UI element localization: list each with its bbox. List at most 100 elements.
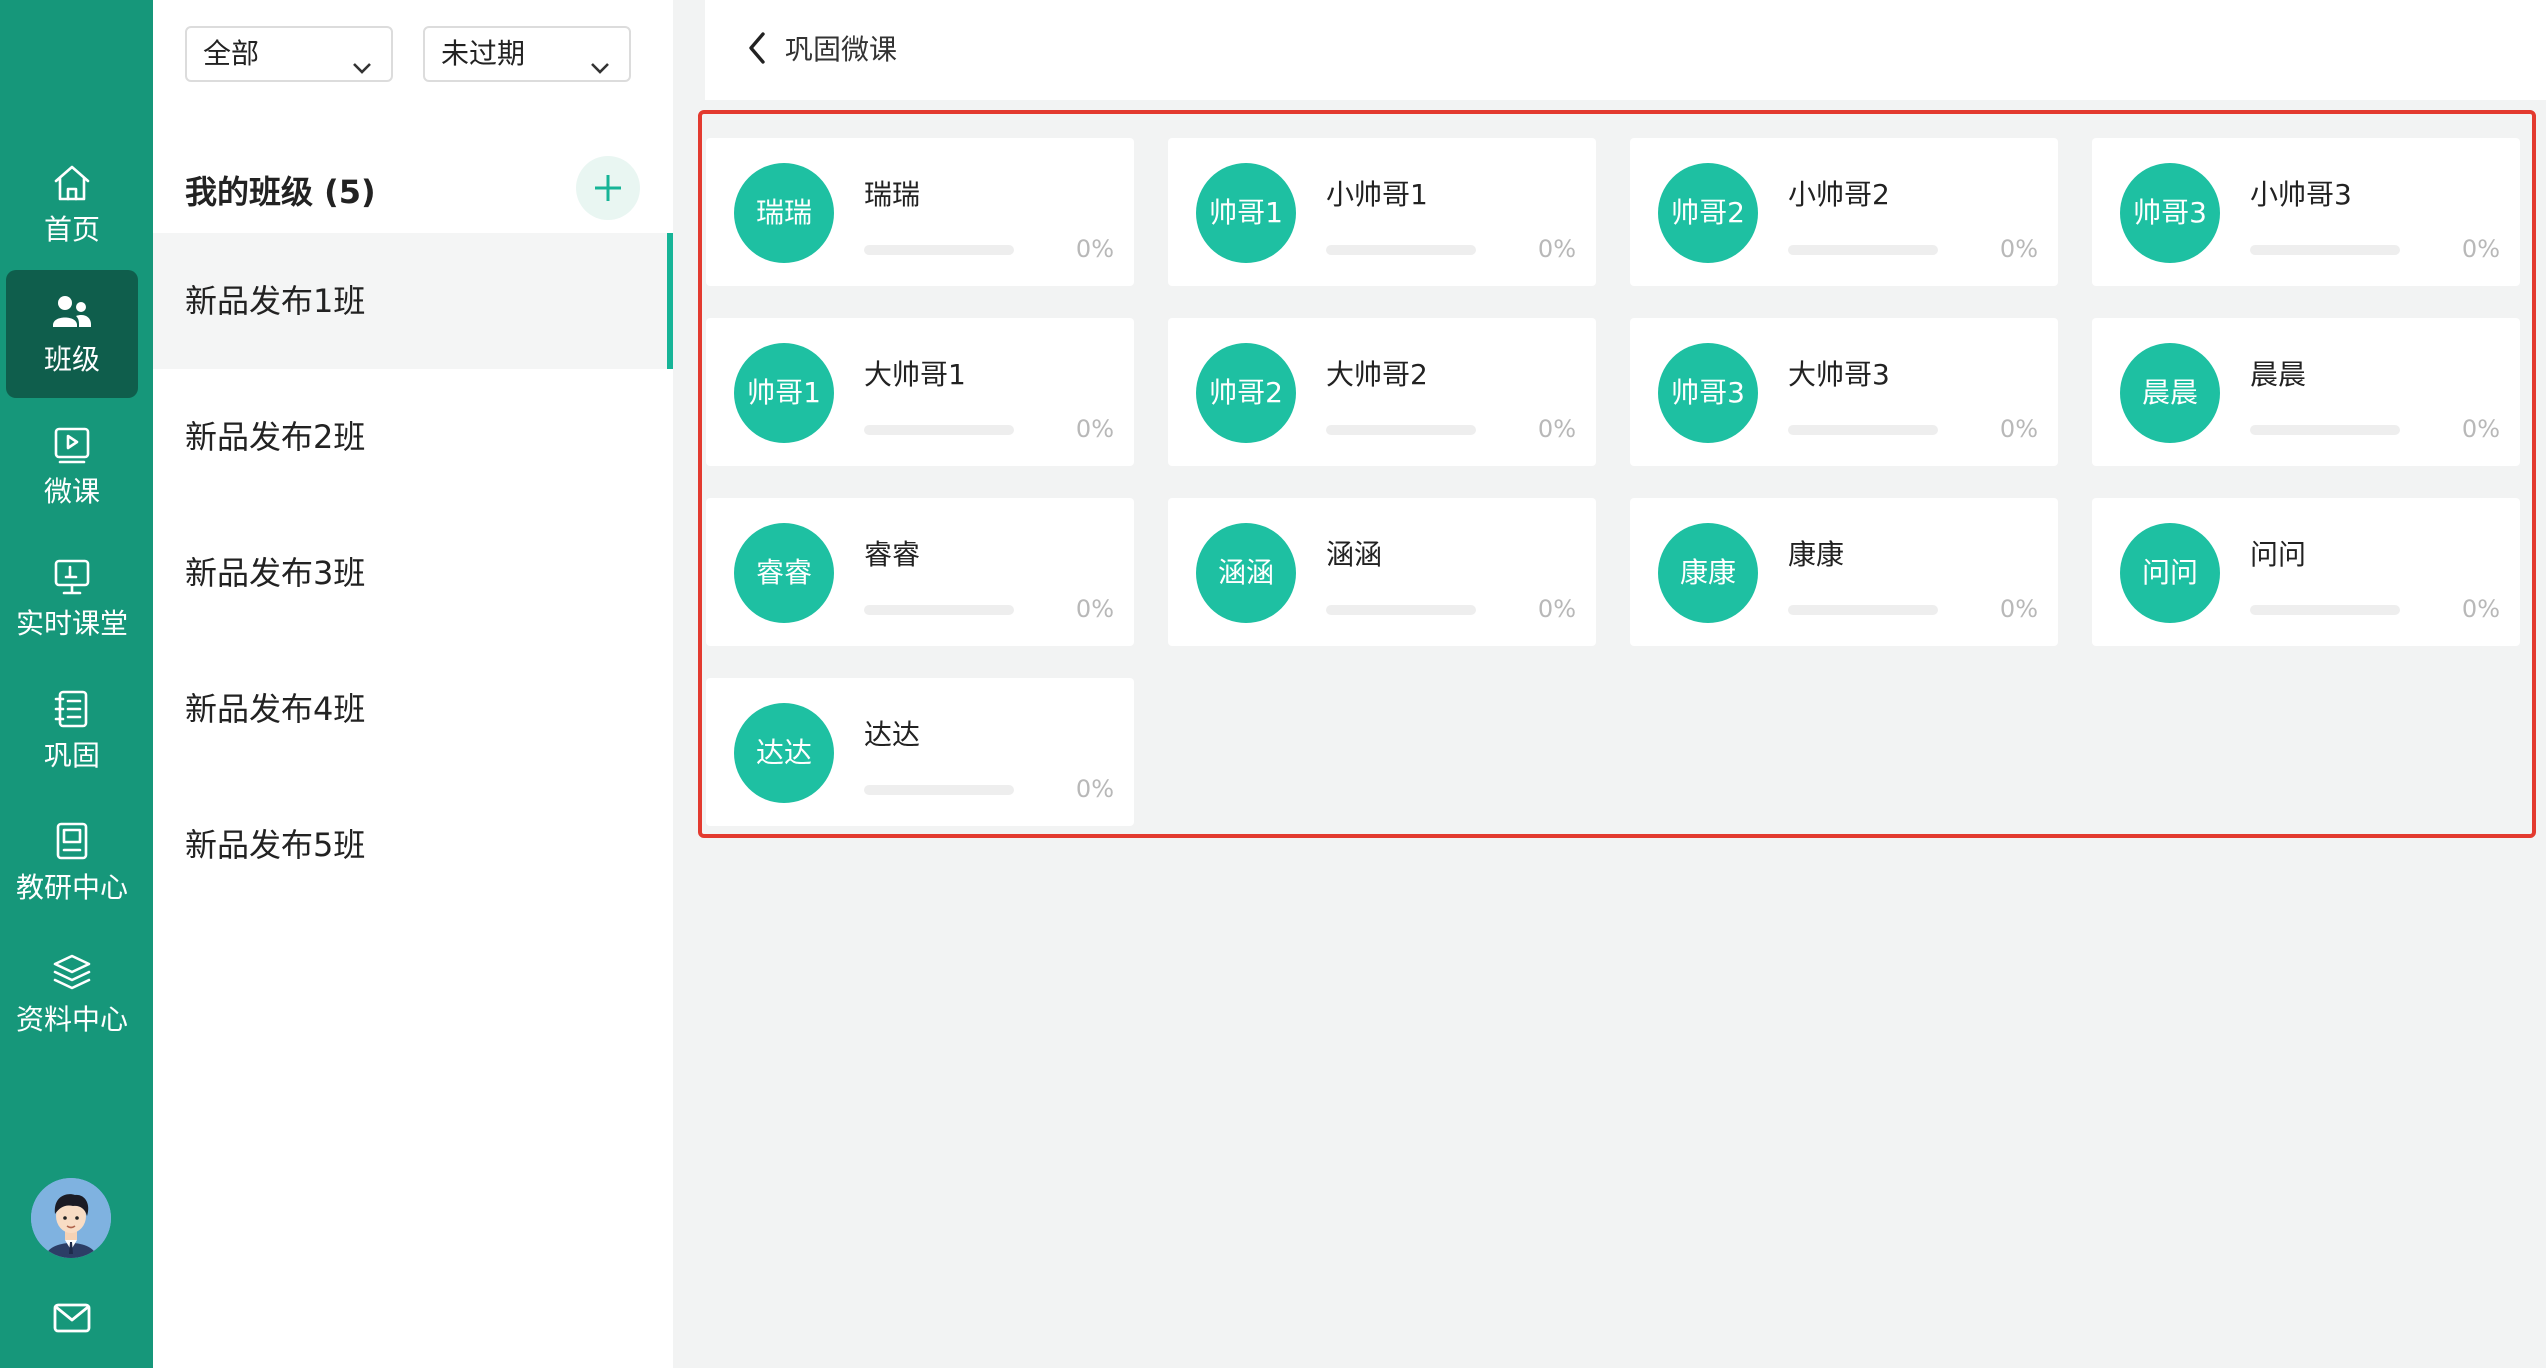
student-name: 康康 [1788, 538, 1845, 571]
class-panel: 全部 未过期 我的班级 (5) 新品发布1班 新品发布2班 新品发布3班 新品发… [153, 0, 673, 1368]
class-item[interactable]: 新品发布1班 [153, 233, 673, 369]
class-item[interactable]: 新品发布4班 [153, 641, 673, 777]
mail-icon [53, 1303, 91, 1333]
student-avatar: 帅哥2 [1658, 163, 1758, 263]
progress-track [864, 605, 1014, 615]
page-title: 巩固微课 [785, 33, 898, 66]
whiteboard-icon [54, 559, 90, 595]
scope-filter-select[interactable]: 全部 [185, 26, 393, 82]
nav-label: 微课 [43, 475, 100, 508]
progress-track [864, 425, 1014, 435]
student-card[interactable]: 康康 康康 0% [1630, 498, 2058, 646]
video-icon [54, 427, 90, 464]
progress-percent: 0% [1999, 235, 2038, 263]
progress-track [864, 245, 1014, 255]
progress-track [1326, 245, 1476, 255]
back-button[interactable] [743, 30, 773, 66]
nav-item-classes[interactable]: 班级 [6, 270, 138, 398]
nav-item-consolidate[interactable]: 巩固 [6, 666, 138, 794]
student-avatar: 帅哥1 [1196, 163, 1296, 263]
progress-track [1326, 605, 1476, 615]
nav-label: 实时课堂 [15, 607, 128, 640]
student-card[interactable]: 问问 问问 0% [2092, 498, 2520, 646]
student-name: 小帅哥2 [1788, 178, 1890, 211]
student-card[interactable]: 达达 达达 0% [706, 678, 1134, 826]
progress-percent: 0% [1537, 235, 1576, 263]
plus-icon [595, 175, 621, 201]
chevron-left-icon [749, 32, 765, 64]
progress-track [1788, 605, 1938, 615]
progress-percent: 0% [1075, 595, 1114, 623]
my-classes-title: 我的班级 (5) [185, 173, 376, 211]
nav-item-home[interactable]: 首页 [6, 140, 138, 268]
student-card[interactable]: 帅哥3 小帅哥3 0% [2092, 138, 2520, 286]
progress-percent: 0% [2461, 235, 2500, 263]
messages-button[interactable] [50, 1296, 94, 1340]
add-class-button[interactable] [576, 156, 640, 220]
student-name: 大帅哥2 [1326, 358, 1428, 391]
status-filter-select[interactable]: 未过期 [423, 26, 631, 82]
progress-track [2250, 425, 2400, 435]
student-avatar: 帅哥3 [2120, 163, 2220, 263]
student-avatar: 达达 [734, 703, 834, 803]
progress-percent: 0% [1537, 415, 1576, 443]
progress-track [2250, 605, 2400, 615]
student-avatar: 睿睿 [734, 523, 834, 623]
nav-label: 资料中心 [15, 1003, 128, 1036]
student-avatar: 帅哥2 [1196, 343, 1296, 443]
nav-item-resources[interactable]: 资料中心 [6, 930, 138, 1058]
scope-filter-value: 全部 [203, 37, 260, 70]
class-item[interactable]: 新品发布3班 [153, 505, 673, 641]
progress-percent: 0% [1999, 415, 2038, 443]
student-avatar: 康康 [1658, 523, 1758, 623]
users-icon [53, 296, 91, 327]
nav-label: 教研中心 [15, 871, 128, 904]
progress-percent: 0% [1537, 595, 1576, 623]
progress-percent: 0% [1075, 415, 1114, 443]
user-avatar[interactable] [31, 1178, 111, 1258]
nav-item-research[interactable]: 教研中心 [6, 798, 138, 926]
student-card[interactable]: 晨晨 晨晨 0% [2092, 318, 2520, 466]
student-card[interactable]: 帅哥3 大帅哥3 0% [1630, 318, 2058, 466]
student-avatar: 帅哥1 [734, 343, 834, 443]
student-name: 瑞瑞 [864, 178, 921, 211]
student-name: 小帅哥1 [1326, 178, 1428, 211]
progress-percent: 0% [1075, 775, 1114, 803]
student-card[interactable]: 帅哥2 小帅哥2 0% [1630, 138, 2058, 286]
student-name: 晨晨 [2250, 358, 2307, 391]
student-card[interactable]: 涵涵 涵涵 0% [1168, 498, 1596, 646]
nav-item-live-class[interactable]: 实时课堂 [6, 534, 138, 662]
book-icon [56, 822, 88, 860]
progress-percent: 0% [1999, 595, 2038, 623]
home-icon [54, 165, 90, 201]
nav-rail: 首页 班级 微课 实时课堂 巩固 教研中心 资料中心 [0, 0, 153, 1368]
student-grid: 瑞瑞 瑞瑞 0% 帅哥1 小帅哥1 0% 帅哥2 小帅哥2 0% 帅哥3 小帅哥3 0% 帅哥1 大帅哥1… [706, 138, 2526, 828]
progress-percent: 0% [1075, 235, 1114, 263]
student-name: 问问 [2250, 538, 2307, 571]
student-card[interactable]: 瑞瑞 瑞瑞 0% [706, 138, 1134, 286]
student-name: 小帅哥3 [2250, 178, 2352, 211]
nav-item-microlesson[interactable]: 微课 [6, 402, 138, 530]
class-item[interactable]: 新品发布5班 [153, 777, 673, 913]
student-card[interactable]: 帅哥2 大帅哥2 0% [1168, 318, 1596, 466]
progress-track [1788, 245, 1938, 255]
class-item[interactable]: 新品发布2班 [153, 369, 673, 505]
chevron-down-icon [589, 44, 611, 74]
person-avatar-icon [31, 1178, 111, 1258]
student-name: 达达 [864, 718, 921, 751]
progress-track [2250, 245, 2400, 255]
student-card[interactable]: 帅哥1 小帅哥1 0% [1168, 138, 1596, 286]
progress-percent: 0% [2461, 595, 2500, 623]
notebook-icon [54, 690, 88, 728]
progress-percent: 0% [2461, 415, 2500, 443]
student-card[interactable]: 帅哥1 大帅哥1 0% [706, 318, 1134, 466]
student-avatar: 问问 [2120, 523, 2220, 623]
chevron-down-icon [351, 44, 373, 74]
app-window: 首页 班级 微课 实时课堂 巩固 教研中心 资料中心 全部 未过期 我的班级 (… [0, 0, 2546, 1368]
student-card[interactable]: 睿睿 睿睿 0% [706, 498, 1134, 646]
progress-track [1788, 425, 1938, 435]
progress-track [1326, 425, 1476, 435]
layers-icon [53, 954, 91, 990]
nav-label: 班级 [43, 343, 100, 376]
status-filter-value: 未过期 [441, 37, 526, 70]
